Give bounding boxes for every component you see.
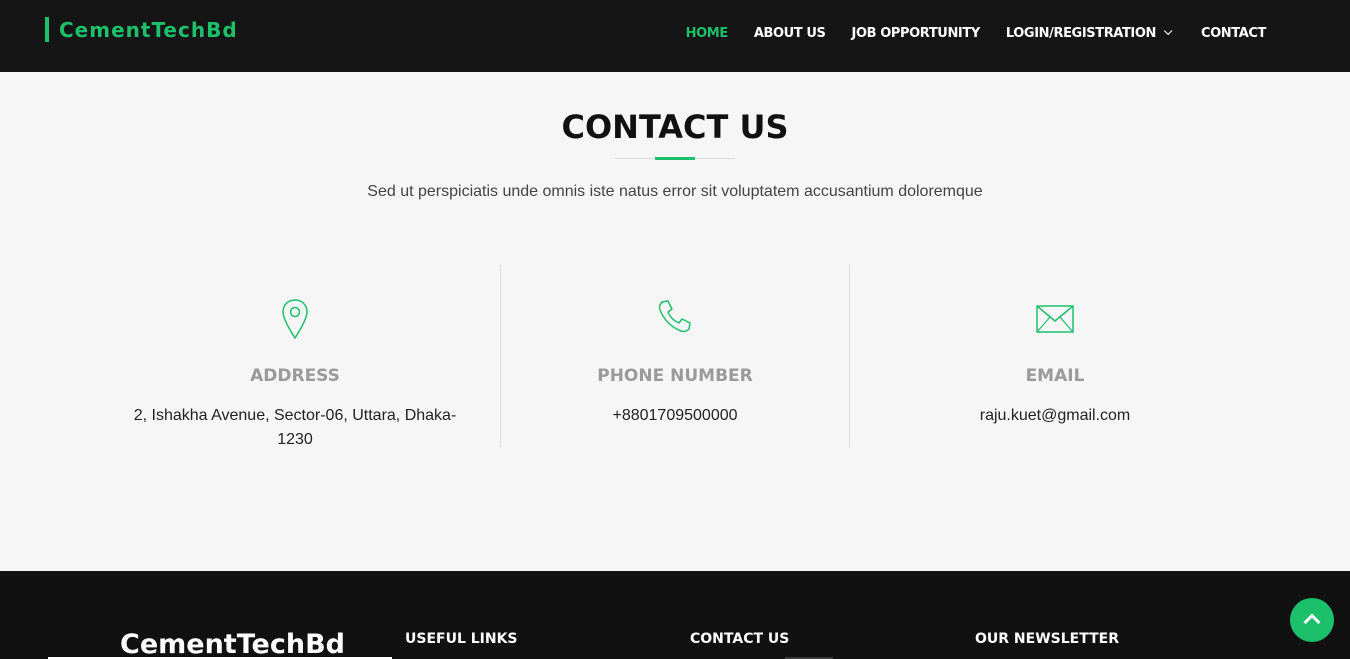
card-title-address: ADDRESS	[250, 366, 340, 386]
contact-card-address: ADDRESS 2, Ishakha Avenue, Sector-06, Ut…	[120, 265, 470, 448]
card-text-phone: +8801709500000	[612, 407, 738, 424]
nav-about-us[interactable]: ABOUT US	[754, 24, 826, 42]
card-text-address: 2, Ishakha Avenue, Sector-06, Uttara, Dh…	[133, 407, 457, 448]
section-title: CONTACT US	[561, 108, 789, 146]
nav-home[interactable]: HOME	[686, 24, 729, 42]
footer-brand: CementTechBd	[120, 629, 345, 659]
nav-contact[interactable]: CONTACT	[1201, 24, 1266, 42]
footer-heading-useful-links: USEFUL LINKS	[405, 631, 518, 647]
phone-icon	[657, 298, 693, 339]
map-pin-icon	[281, 298, 309, 345]
envelope-icon	[1036, 305, 1074, 338]
contact-card-phone: PHONE NUMBER +8801709500000	[500, 265, 850, 447]
title-accent-bar	[655, 157, 695, 160]
main-nav: HOME ABOUT US JOB OPPORTUNITY LOGIN/REGI…	[660, 24, 1267, 42]
section-subtitle: Sed ut perspiciatis unde omnis iste natu…	[367, 183, 983, 200]
chevron-up-icon	[1303, 613, 1321, 631]
nav-login-registration-label: LOGIN/REGISTRATION	[1005, 25, 1157, 41]
card-text-email[interactable]: raju.kuet@gmail.com	[880, 404, 1230, 428]
top-navbar: CementTechBd HOME ABOUT US JOB OPPORTUNI…	[0, 0, 1350, 72]
brand-logo[interactable]: CementTechBd	[45, 17, 238, 42]
card-title-email: EMAIL	[1025, 366, 1085, 386]
brand-accent-bar	[45, 17, 49, 42]
card-divider	[849, 265, 850, 447]
scroll-to-top-button[interactable]	[1290, 598, 1334, 642]
contact-card-email: EMAIL raju.kuet@gmail.com	[880, 265, 1230, 447]
nav-login-registration[interactable]: LOGIN/REGISTRATION	[1005, 24, 1173, 42]
card-title-phone: PHONE NUMBER	[597, 366, 753, 386]
brand-name[interactable]: CementTechBd	[59, 18, 238, 42]
nav-job-opportunity[interactable]: JOB OPPORTUNITY	[852, 24, 981, 42]
footer-heading-contact-us: CONTACT US	[690, 631, 790, 647]
footer-heading-newsletter: OUR NEWSLETTER	[975, 631, 1119, 647]
chevron-down-icon	[1163, 26, 1173, 36]
